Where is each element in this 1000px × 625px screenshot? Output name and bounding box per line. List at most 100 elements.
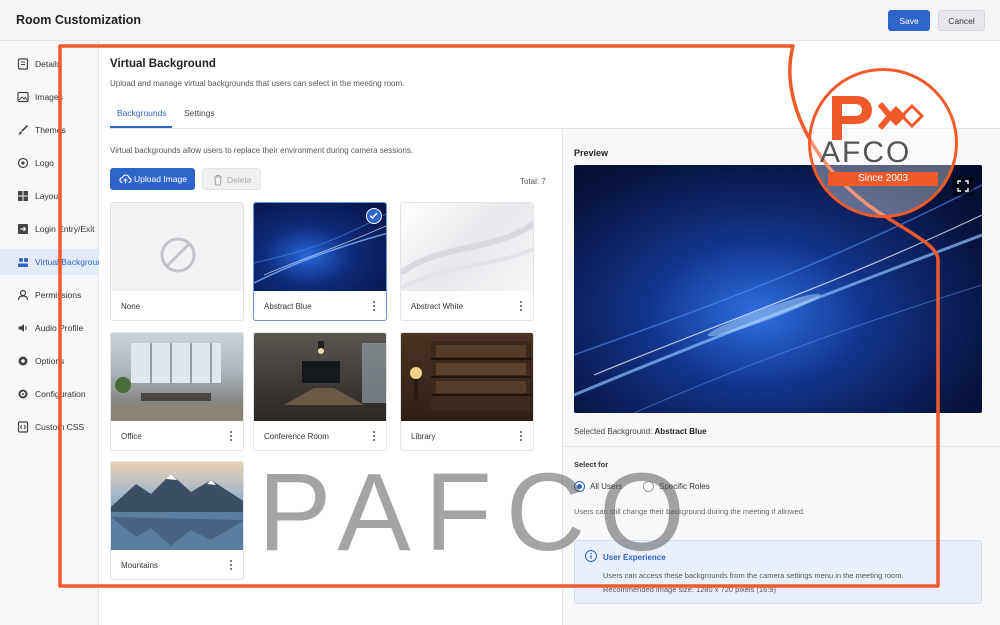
background-card-library[interactable]: Library bbox=[400, 332, 534, 451]
sidebar-item-label: Virtual Background bbox=[35, 257, 99, 267]
sidebar-item-label: Custom CSS bbox=[35, 422, 85, 432]
section-subtitle: Upload and manage virtual backgrounds th… bbox=[110, 79, 405, 88]
watermark-logo-mark bbox=[832, 96, 925, 140]
more-options-icon[interactable] bbox=[518, 430, 524, 442]
tab-backgrounds[interactable]: Backgrounds bbox=[117, 108, 167, 118]
save-button[interactable]: Save bbox=[888, 10, 930, 31]
sidebar-item-label: Permissions bbox=[35, 290, 82, 300]
permissions-icon bbox=[17, 289, 29, 301]
sidebar-item-images[interactable]: Images bbox=[0, 84, 99, 110]
brush-icon bbox=[18, 124, 29, 135]
selected-background-value: Abstract Blue bbox=[654, 427, 707, 436]
preview-title: Preview bbox=[574, 148, 609, 158]
radio-button[interactable] bbox=[574, 481, 585, 492]
section-title: Virtual Background bbox=[110, 58, 216, 70]
library-thumbnail bbox=[401, 333, 533, 421]
audio-icon bbox=[18, 324, 27, 332]
css-icon bbox=[17, 421, 29, 433]
info-text: Users can access these backgrounds from … bbox=[603, 571, 904, 580]
logo-icon bbox=[17, 157, 29, 169]
sidebar-item-label: Images bbox=[35, 92, 63, 102]
details-icon bbox=[17, 58, 29, 70]
sidebar-item-label: Details bbox=[35, 59, 61, 69]
cog-icon bbox=[18, 389, 28, 399]
radio-label: Specific Roles bbox=[659, 482, 710, 491]
more-options-icon[interactable] bbox=[228, 430, 234, 442]
fullscreen-icon[interactable] bbox=[952, 176, 974, 196]
tab-settings[interactable]: Settings bbox=[184, 108, 215, 118]
login-icon bbox=[18, 224, 28, 234]
sidebar-item-themes[interactable]: Themes bbox=[0, 117, 99, 143]
card-name: Library bbox=[411, 432, 436, 441]
top-bar: Room Customization Save Cancel bbox=[0, 0, 1000, 41]
card-name: Conference Room bbox=[264, 432, 329, 441]
info-text-secondary: Recommended image size: 1280 x 720 pixel… bbox=[603, 585, 777, 594]
abstract-white-thumbnail bbox=[401, 203, 533, 291]
radio-button[interactable] bbox=[643, 481, 654, 492]
sidebar-item-logo[interactable]: Logo bbox=[0, 150, 99, 176]
sidebar-item-label: Login Entry/Exit bbox=[35, 224, 95, 234]
selected-check-icon bbox=[366, 208, 382, 224]
card-name: None bbox=[121, 302, 141, 311]
background-card-office[interactable]: Office bbox=[110, 332, 244, 451]
sidebar-item-permissions[interactable]: Permissions bbox=[0, 282, 99, 308]
card-name: Abstract Blue bbox=[264, 302, 312, 311]
total-count: Total: 7 bbox=[520, 177, 546, 186]
backgrounds-description: Virtual backgrounds allow users to repla… bbox=[110, 146, 414, 155]
image-icon bbox=[17, 91, 29, 103]
sidebar-item-layout[interactable]: Layout bbox=[0, 183, 99, 209]
card-name: Office bbox=[121, 432, 142, 441]
background-card-abstract-blue[interactable]: Abstract Blue bbox=[253, 202, 387, 321]
sidebar-item-label: Audio Profile bbox=[35, 323, 84, 333]
virtual-background-icon bbox=[18, 258, 28, 267]
info-title: User Experience bbox=[603, 553, 666, 562]
user-experience-info: User Experience Users can access these b… bbox=[574, 540, 982, 604]
selected-background-text: Selected Background: Abstract Blue bbox=[574, 427, 707, 436]
preview-divider bbox=[562, 446, 1000, 447]
gear-icon bbox=[18, 356, 28, 366]
info-icon bbox=[585, 550, 597, 562]
sidebar-item-label: Logo bbox=[35, 158, 54, 168]
upload-image-button[interactable]: Upload Image bbox=[110, 168, 195, 190]
more-options-icon[interactable] bbox=[518, 300, 524, 312]
more-options-icon[interactable] bbox=[371, 300, 377, 312]
layout-icon bbox=[18, 191, 28, 201]
background-card-mountains[interactable]: Mountains bbox=[110, 461, 244, 580]
sidebar-item-custom-css[interactable]: Custom CSS bbox=[0, 414, 99, 440]
sidebar-item-options[interactable]: Options bbox=[0, 348, 99, 374]
delete-label: Delete bbox=[227, 175, 252, 185]
sidebar-item-login-entry-exit[interactable]: Login Entry/Exit bbox=[0, 216, 99, 242]
conference-room-thumbnail bbox=[254, 333, 386, 421]
sidebar-item-audio-profile[interactable]: Audio Profile bbox=[0, 315, 99, 341]
sidebar-item-configuration[interactable]: Configuration bbox=[0, 381, 99, 407]
card-name: Mountains bbox=[121, 561, 158, 570]
none-thumbnail bbox=[111, 203, 243, 291]
page-title: Room Customization bbox=[16, 13, 141, 27]
select-for-label: Select for bbox=[574, 460, 609, 469]
card-name: Abstract White bbox=[411, 302, 464, 311]
watermark-logo-word: AFCO bbox=[820, 136, 912, 169]
sidebar-item-label: Options bbox=[35, 356, 65, 366]
sidebar: Details Images Themes Logo Layout Login … bbox=[0, 41, 99, 625]
watermark-since-badge: Since 2003 bbox=[828, 172, 938, 186]
sidebar-item-label: Themes bbox=[35, 125, 66, 135]
radio-label: All Users bbox=[590, 482, 623, 491]
selected-background-label: Selected Background: bbox=[574, 427, 653, 436]
mountains-thumbnail bbox=[111, 462, 243, 550]
background-card-abstract-white[interactable]: Abstract White bbox=[400, 202, 534, 321]
background-card-none[interactable]: None bbox=[110, 202, 244, 321]
ban-icon bbox=[160, 237, 196, 273]
trash-icon bbox=[214, 174, 222, 186]
cancel-button[interactable]: Cancel bbox=[938, 10, 985, 31]
cloud-upload-icon bbox=[119, 174, 132, 184]
active-tab-indicator bbox=[110, 126, 172, 128]
background-card-conference-room[interactable]: Conference Room bbox=[253, 332, 387, 451]
upload-image-label: Upload Image bbox=[134, 174, 187, 184]
sidebar-item-virtual-background[interactable]: Virtual Background bbox=[0, 249, 99, 275]
sidebar-item-label: Layout bbox=[35, 191, 61, 201]
more-options-icon[interactable] bbox=[228, 559, 234, 571]
delete-button[interactable]: Delete bbox=[202, 168, 261, 190]
change-note: Users can still change their background … bbox=[574, 507, 805, 516]
sidebar-item-details[interactable]: Details bbox=[0, 51, 99, 77]
more-options-icon[interactable] bbox=[371, 430, 377, 442]
